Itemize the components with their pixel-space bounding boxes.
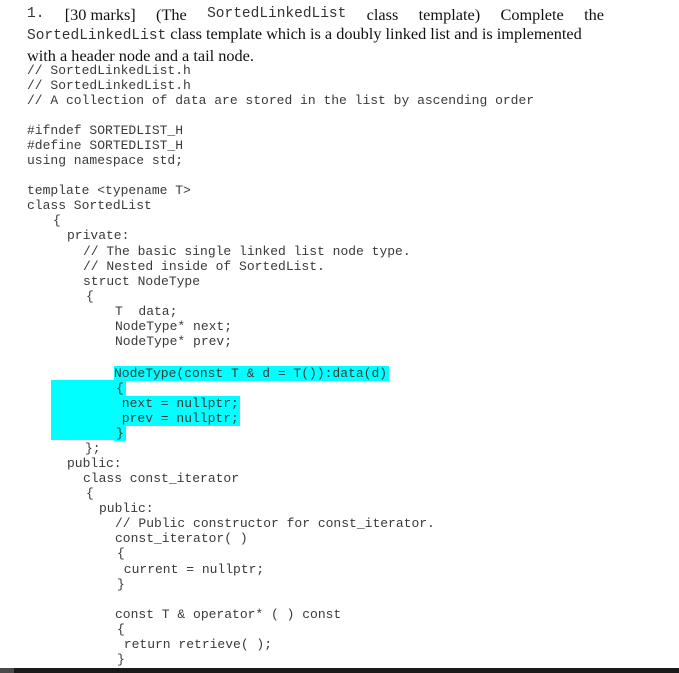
- code-line: #define SORTEDLIST_H: [27, 138, 184, 153]
- horizontal-scrollbar[interactable]: [0, 668, 679, 673]
- highlighted-code-line: prev = nullptr;: [114, 411, 240, 426]
- code-comment: // SortedLinkedList.h: [27, 78, 191, 93]
- code-line: return retrieve( );: [116, 637, 273, 652]
- code-line: class const_iterator: [83, 471, 240, 486]
- code-line: public:: [99, 501, 154, 516]
- code-line: T data;: [115, 304, 178, 319]
- code-line: };: [85, 441, 101, 456]
- code-line: NodeType* next;: [115, 319, 233, 334]
- code-comment: // Nested inside of SortedList.: [83, 259, 325, 274]
- code-line: private:: [67, 228, 130, 243]
- code-line: {: [117, 622, 125, 637]
- code-line: using namespace std;: [27, 153, 184, 168]
- highlighted-code-line: NodeType(const T & d = T()):data(d): [114, 366, 390, 381]
- code-line: {: [86, 486, 94, 501]
- highlighted-code-line: next = nullptr;: [114, 396, 240, 411]
- highlighted-code-line: }: [114, 426, 126, 441]
- code-comment: // Public constructor for const_iterator…: [115, 516, 435, 531]
- code-comment: // The basic single linked list node typ…: [83, 244, 411, 259]
- scrollbar-thumb[interactable]: [0, 668, 14, 673]
- highlight-block: [51, 380, 122, 440]
- code-line: const_iterator( ): [115, 531, 248, 546]
- highlighted-code-line: {: [114, 381, 126, 396]
- code-listing: // SortedLinkedList.h // SortedLinkedLis…: [0, 0, 679, 668]
- code-line: class SortedList: [27, 198, 152, 213]
- code-line: #ifndef SORTEDLIST_H: [27, 123, 184, 138]
- code-line: }: [117, 652, 125, 667]
- code-comment: // SortedLinkedList.h: [27, 63, 191, 78]
- code-line: }: [117, 577, 125, 592]
- code-line: struct NodeType: [83, 274, 201, 289]
- code-line: public:: [67, 456, 122, 471]
- code-line: const T & operator* ( ) const: [115, 607, 342, 622]
- code-line: {: [53, 213, 61, 228]
- code-line: {: [117, 546, 125, 561]
- code-line: NodeType* prev;: [115, 334, 233, 349]
- code-line: {: [86, 289, 94, 304]
- code-comment: // A collection of data are stored in th…: [27, 93, 535, 108]
- code-line: template <typename T>: [27, 183, 191, 198]
- code-line: current = nullptr;: [116, 562, 265, 577]
